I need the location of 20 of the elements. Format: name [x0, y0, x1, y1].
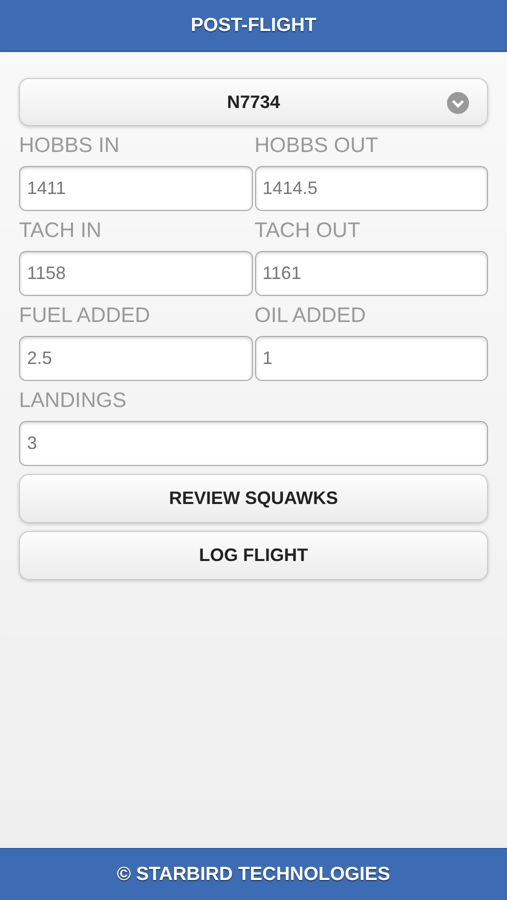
field-label: HOBBS OUT: [254, 133, 380, 159]
input-field[interactable]: 1411: [19, 166, 252, 211]
action-button[interactable]: LOG FLIGHT: [19, 531, 488, 580]
field-label: HOBBS IN: [19, 133, 120, 159]
header-title: POST-FLIGHT: [0, 0, 507, 52]
field-label: LANDINGS: [19, 388, 128, 414]
input-field[interactable]: 1414.5: [254, 166, 488, 211]
chevron-down-icon: [447, 92, 469, 114]
aircraft-select[interactable]: N7734: [19, 78, 488, 126]
field-label: TACH IN: [19, 218, 102, 244]
field-label: TACH OUT: [254, 218, 362, 244]
field-label: FUEL ADDED: [19, 303, 152, 329]
input-field[interactable]: 1161: [254, 251, 488, 296]
input-field[interactable]: 3: [19, 421, 488, 466]
field-label: OIL ADDED: [254, 303, 367, 329]
input-field[interactable]: 1: [254, 336, 488, 381]
input-field[interactable]: 2.5: [19, 336, 252, 381]
footer-text: © STARBIRD TECHNOLOGIES: [0, 848, 507, 900]
action-button[interactable]: REVIEW SQUAWKS: [19, 474, 488, 523]
input-field[interactable]: 1158: [19, 251, 252, 296]
